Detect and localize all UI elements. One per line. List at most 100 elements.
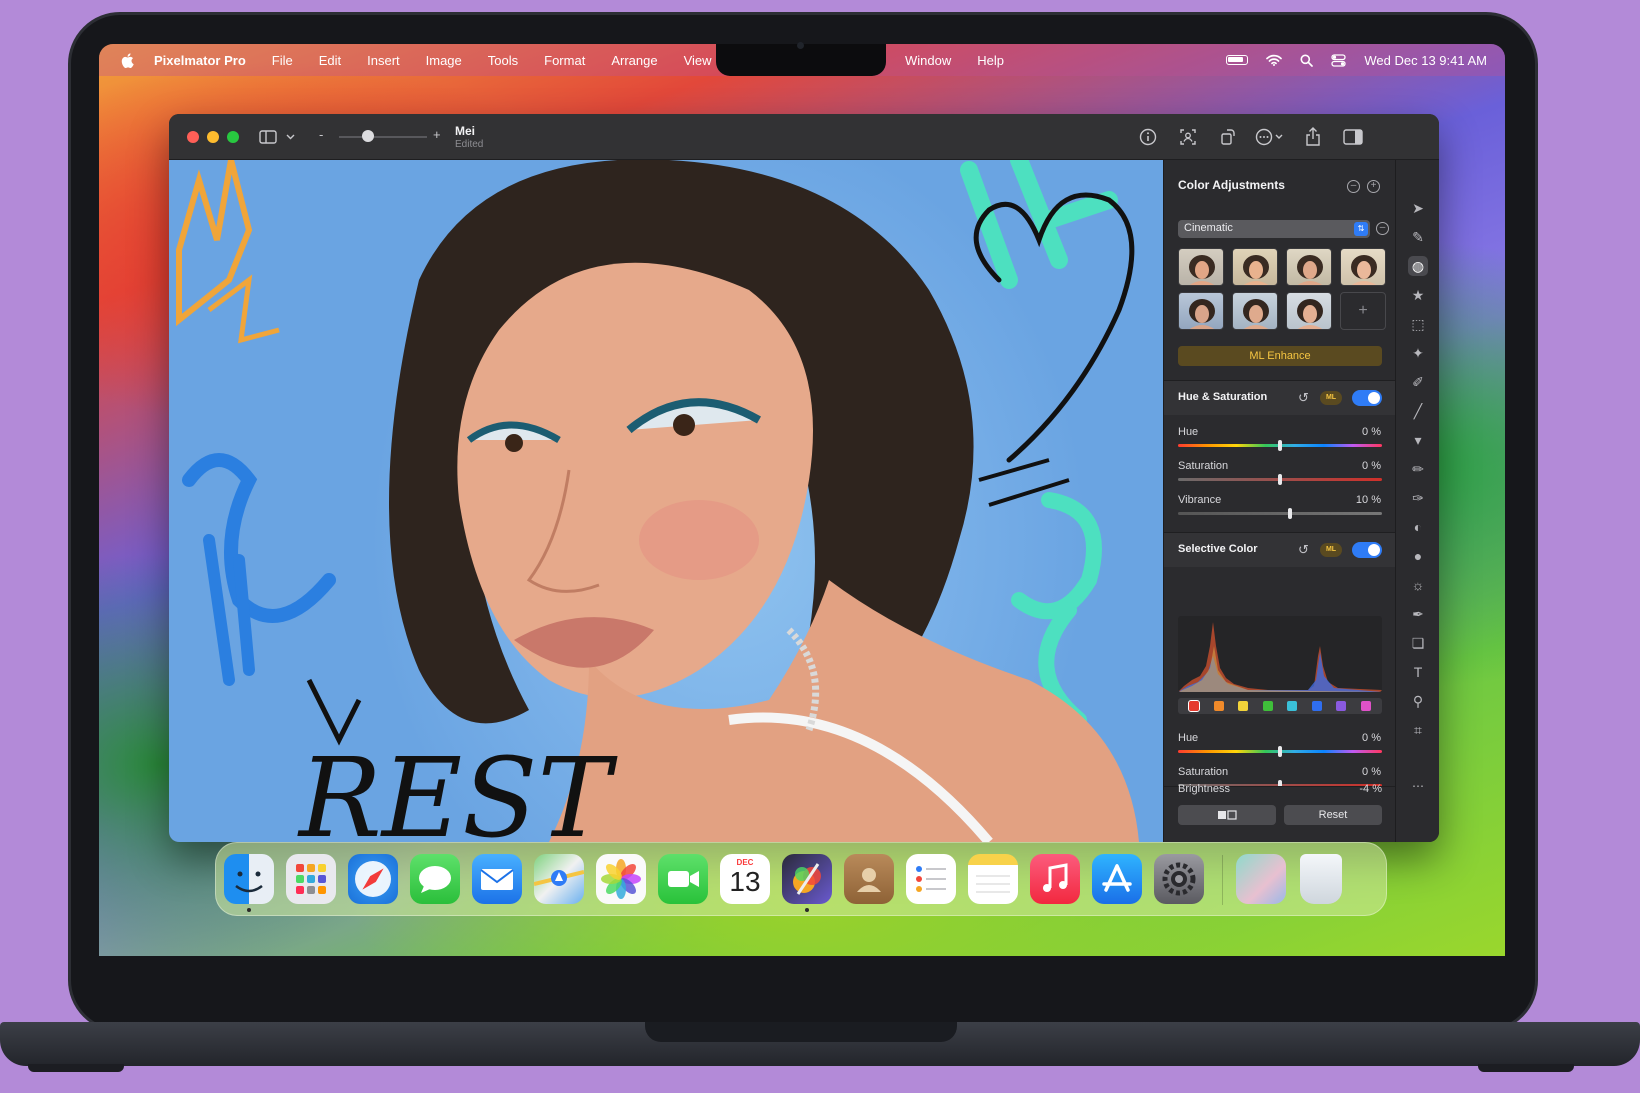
inspector-toggle-icon[interactable]	[1343, 129, 1363, 145]
color-adjust-tool-icon[interactable]: ◍	[1408, 256, 1428, 276]
paint-tool-icon[interactable]: ╱	[1408, 401, 1428, 421]
calendar-icon[interactable]: DEC 13	[720, 854, 770, 904]
menu-insert[interactable]: Insert	[367, 53, 400, 68]
crop-rotate-icon[interactable]	[1219, 128, 1237, 146]
selective-color-toggle[interactable]	[1352, 542, 1382, 558]
blur-tool-icon[interactable]: ●	[1408, 546, 1428, 566]
style-tool-icon[interactable]: ✎	[1408, 227, 1428, 247]
mail-icon[interactable]	[472, 854, 522, 904]
select-tool-icon[interactable]: ⬚	[1408, 314, 1428, 334]
swatch-purple[interactable]	[1336, 701, 1347, 711]
ml-badge[interactable]: ML	[1320, 391, 1342, 405]
color-range-swatches[interactable]	[1178, 698, 1382, 714]
more-options-icon[interactable]	[1255, 128, 1285, 146]
preset-select[interactable]: Cinematic ⇅	[1178, 220, 1370, 238]
apple-icon[interactable]	[121, 52, 134, 68]
preset-thumbnail[interactable]	[1340, 248, 1386, 286]
close-window-button[interactable]	[187, 131, 199, 143]
menu-tools[interactable]: Tools	[488, 53, 518, 68]
menu-file[interactable]: File	[272, 53, 293, 68]
preset-thumbnail[interactable]	[1232, 248, 1278, 286]
menu-image[interactable]: Image	[426, 53, 462, 68]
sidebar-toggle-icon[interactable]	[259, 130, 277, 144]
swatch-yellow[interactable]	[1238, 701, 1249, 711]
quick-select-tool-icon[interactable]: ✐	[1408, 372, 1428, 392]
trash-icon[interactable]	[1300, 854, 1342, 904]
photos-icon[interactable]	[596, 854, 646, 904]
ml-badge[interactable]: ML	[1320, 543, 1342, 557]
preset-options-icon[interactable]: –	[1376, 222, 1389, 235]
effects-tool-icon[interactable]: ★	[1408, 285, 1428, 305]
selective-hue-slider-thumb[interactable]	[1278, 746, 1282, 757]
vibrance-slider[interactable]	[1178, 512, 1382, 515]
compare-button[interactable]	[1178, 805, 1276, 825]
menu-window[interactable]: Window	[905, 53, 951, 68]
menu-app-name[interactable]: Pixelmator Pro	[154, 53, 246, 68]
reset-button[interactable]: Reset	[1284, 805, 1382, 825]
messages-icon[interactable]	[410, 854, 460, 904]
preset-thumbnail[interactable]	[1232, 292, 1278, 330]
facetime-icon[interactable]	[658, 854, 708, 904]
vibrance-slider-thumb[interactable]	[1288, 508, 1293, 519]
retouch-tool-icon[interactable]: ✑	[1408, 488, 1428, 508]
music-icon[interactable]	[1030, 854, 1080, 904]
control-center-icon[interactable]	[1331, 53, 1347, 67]
menu-help[interactable]: Help	[977, 53, 1004, 68]
saturation-slider-thumb[interactable]	[1278, 474, 1282, 485]
add-preset-button[interactable]: +	[1340, 292, 1386, 330]
share-icon[interactable]	[1305, 127, 1321, 146]
type-tool-icon[interactable]: T	[1408, 662, 1428, 682]
preset-thumbnail[interactable]	[1178, 248, 1224, 286]
downloads-stack-icon[interactable]	[1236, 854, 1286, 904]
zoom-slider-track[interactable]	[339, 136, 427, 138]
finder-icon[interactable]	[224, 854, 274, 904]
preset-thumbnail[interactable]	[1178, 292, 1224, 330]
minimize-window-button[interactable]	[207, 131, 219, 143]
swatch-green[interactable]	[1262, 701, 1273, 711]
collapse-all-icon[interactable]: –	[1347, 180, 1360, 193]
contacts-icon[interactable]	[844, 854, 894, 904]
magic-select-tool-icon[interactable]: ✦	[1408, 343, 1428, 363]
chevron-down-icon[interactable]	[286, 134, 295, 140]
preset-thumbnail[interactable]	[1286, 248, 1332, 286]
arrange-tool-icon[interactable]: ➤	[1408, 198, 1428, 218]
safari-icon[interactable]	[348, 854, 398, 904]
reminders-icon[interactable]	[906, 854, 956, 904]
pixelmator-pro-icon[interactable]	[782, 854, 832, 904]
zoom-window-button[interactable]	[227, 131, 239, 143]
menu-clock[interactable]: Wed Dec 13 9:41 AM	[1364, 53, 1487, 68]
zoom-slider-thumb[interactable]	[362, 130, 374, 142]
add-adjustment-icon[interactable]: +	[1367, 180, 1380, 193]
preset-thumbnail[interactable]	[1286, 292, 1332, 330]
more-tools-icon[interactable]: ⋯	[1408, 776, 1428, 796]
zoom-tool-icon[interactable]: ⚲	[1408, 691, 1428, 711]
info-icon[interactable]	[1139, 128, 1157, 146]
wifi-icon[interactable]	[1266, 54, 1283, 66]
swatch-red[interactable]	[1188, 700, 1201, 712]
spotlight-search-icon[interactable]	[1300, 54, 1314, 67]
zoom-in-icon[interactable]: +	[433, 127, 441, 142]
zoom-out-icon[interactable]: -	[319, 127, 323, 142]
launchpad-icon[interactable]	[286, 854, 336, 904]
maps-icon[interactable]	[533, 854, 585, 904]
selective-color-header[interactable]: Selective Color ↺ ML	[1164, 533, 1396, 567]
swatch-orange[interactable]	[1213, 701, 1224, 711]
reset-icon[interactable]: ↺	[1298, 543, 1312, 557]
hue-saturation-header[interactable]: Hue & Saturation ↺ ML	[1164, 381, 1396, 415]
ml-enhance-button[interactable]: ML Enhance	[1178, 346, 1382, 366]
battery-icon[interactable]	[1226, 55, 1249, 65]
hue-slider-thumb[interactable]	[1278, 440, 1282, 451]
swatch-blue[interactable]	[1311, 701, 1322, 711]
erase-tool-icon[interactable]: ✏	[1408, 459, 1428, 479]
swatch-magenta[interactable]	[1360, 701, 1371, 711]
fill-tool-icon[interactable]: ▾	[1408, 430, 1428, 450]
crop-tool-icon[interactable]: ⌗	[1408, 720, 1428, 740]
hue-saturation-toggle[interactable]	[1352, 390, 1382, 406]
ml-select-subject-icon[interactable]	[1179, 128, 1197, 146]
image-canvas[interactable]: REST	[169, 160, 1163, 842]
shapes-tool-icon[interactable]: ❏	[1408, 633, 1428, 653]
reset-icon[interactable]: ↺	[1298, 391, 1312, 405]
menu-arrange[interactable]: Arrange	[611, 53, 657, 68]
menu-edit[interactable]: Edit	[319, 53, 341, 68]
clone-tool-icon[interactable]: ◐	[1408, 517, 1428, 537]
